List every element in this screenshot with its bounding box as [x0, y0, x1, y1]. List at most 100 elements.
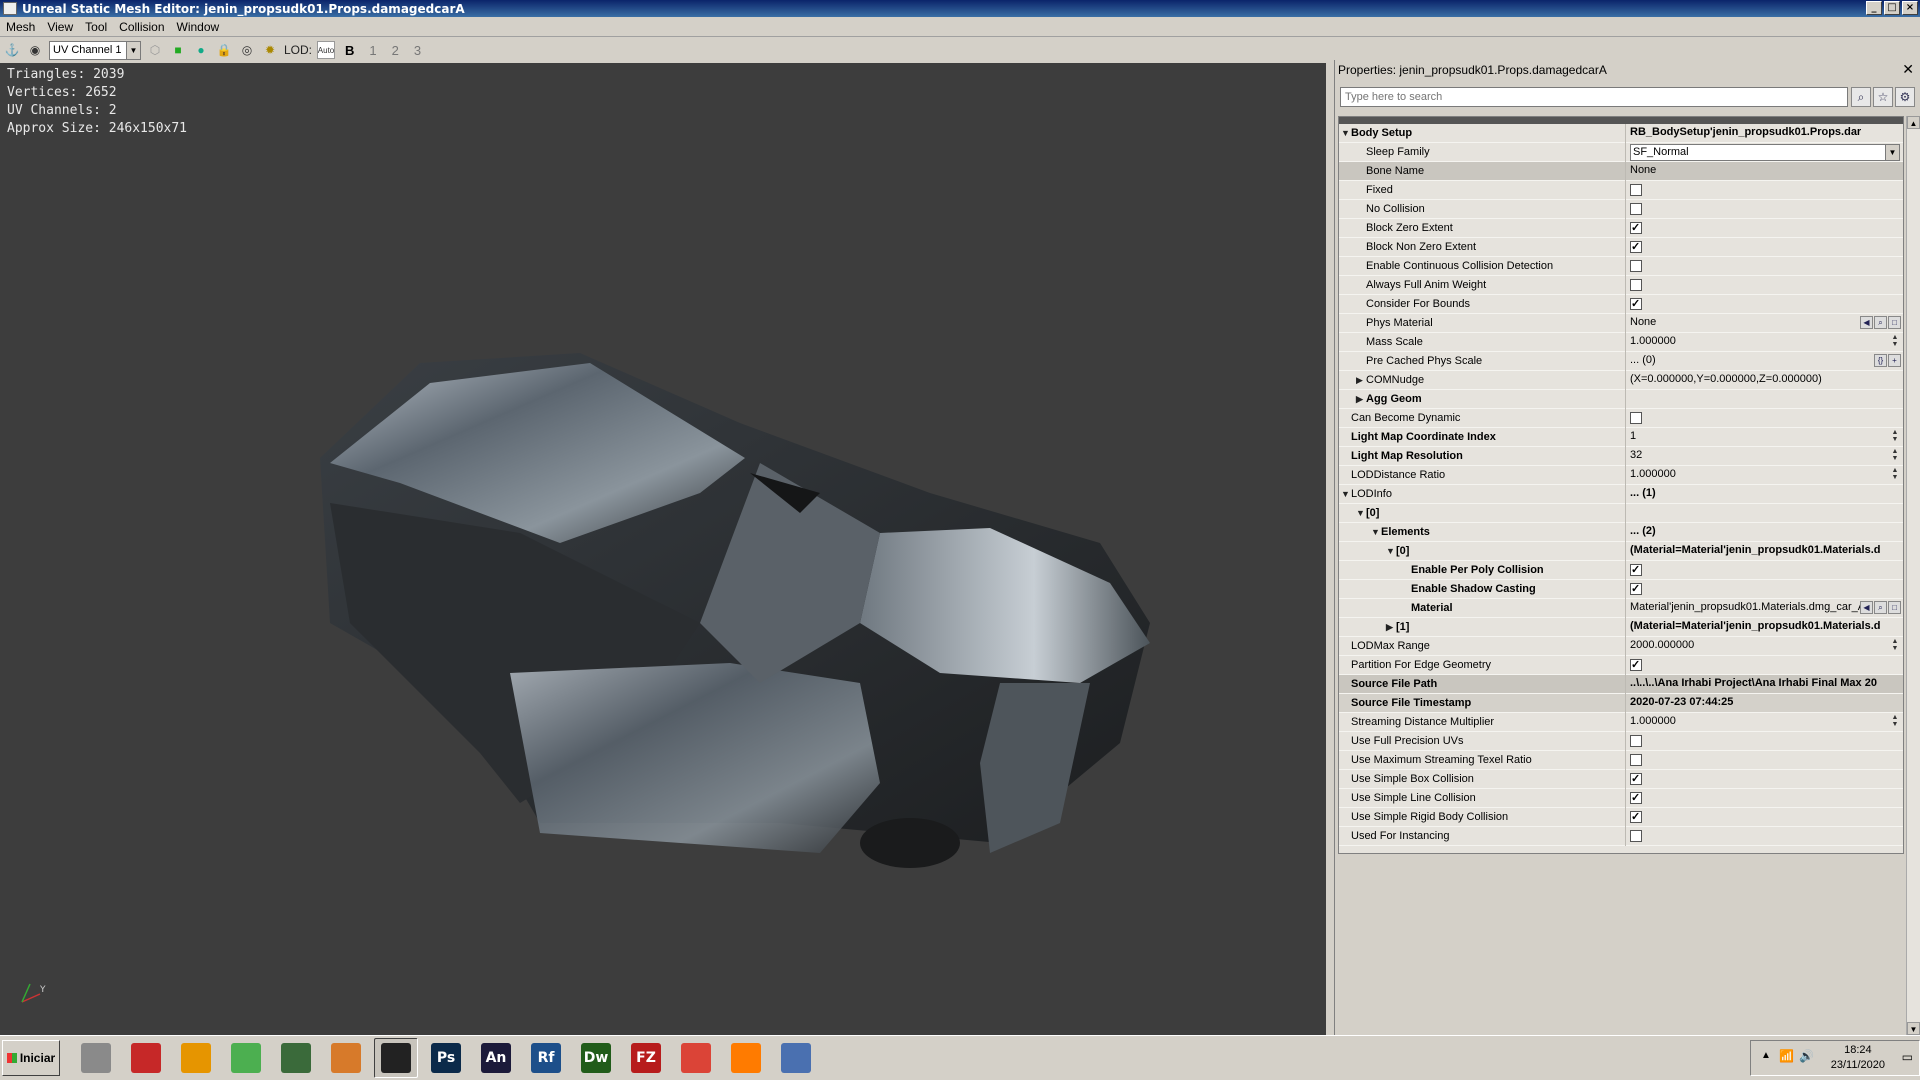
property-value[interactable] — [1629, 827, 1903, 846]
collapse-arrow-icon[interactable]: ▼ — [1341, 124, 1351, 143]
property-row[interactable]: LODDistance Ratio 1.000000 ▲ ▼ — [1339, 466, 1903, 485]
property-row[interactable]: Source File Timestamp 2020-07-23 07:44:25 — [1339, 694, 1903, 713]
property-value[interactable] — [1629, 257, 1903, 276]
property-row[interactable]: Bone Name None — [1339, 162, 1903, 181]
lod-2-button[interactable]: 2 — [387, 43, 404, 58]
minimize-button[interactable]: _ — [1866, 1, 1882, 15]
property-checkbox[interactable] — [1630, 735, 1642, 747]
close-icon[interactable]: ✕ — [1902, 61, 1914, 78]
property-value[interactable] — [1629, 504, 1903, 523]
property-value[interactable]: (Material=Material'jenin_propsudk01.Mate… — [1629, 618, 1903, 637]
property-row[interactable]: Use Simple Box Collision — [1339, 770, 1903, 789]
browse-icon[interactable]: ⌕ — [1874, 601, 1887, 614]
property-value[interactable]: (Material=Material'jenin_propsudk01.Mate… — [1629, 542, 1903, 561]
property-value[interactable] — [1629, 580, 1903, 599]
property-value[interactable] — [1629, 808, 1903, 827]
chrome-app[interactable] — [674, 1038, 718, 1078]
property-checkbox[interactable] — [1630, 260, 1642, 272]
spinner-arrows-icon[interactable]: ▲ ▼ — [1890, 467, 1900, 481]
collision-icon[interactable]: ■ — [169, 41, 187, 59]
property-row[interactable]: Use Maximum Streaming Texel Ratio — [1339, 751, 1903, 770]
property-search-input[interactable] — [1340, 87, 1848, 107]
property-value[interactable] — [1629, 409, 1903, 428]
property-row[interactable]: Light Map Coordinate Index 1 ▲ ▼ — [1339, 428, 1903, 447]
property-value[interactable]: 1 — [1629, 428, 1903, 447]
property-row[interactable]: Always Full Anim Weight — [1339, 276, 1903, 295]
clear-icon[interactable]: □ — [1888, 601, 1901, 614]
volume-icon[interactable]: 🔊 — [1799, 1049, 1814, 1063]
filter-icon[interactable]: ⚙ — [1895, 87, 1915, 107]
spinner-arrows-icon[interactable]: ▲ ▼ — [1890, 429, 1900, 443]
start-button[interactable]: Iniciar — [2, 1040, 60, 1076]
menu-mesh[interactable]: Mesh — [0, 20, 41, 34]
socket-icon[interactable]: ⚓ — [3, 41, 21, 59]
property-row[interactable]: Can Become Dynamic — [1339, 409, 1903, 428]
property-value[interactable] — [1629, 656, 1903, 675]
property-row[interactable]: Source File Path ..\..\..\Ana Irhabi Proj… — [1339, 675, 1903, 694]
property-row[interactable]: Sleep Family SF_Normal ▼ — [1339, 143, 1903, 162]
property-value[interactable] — [1629, 181, 1903, 200]
browse-icon[interactable]: ⌕ — [1874, 316, 1887, 329]
menu-view[interactable]: View — [41, 20, 79, 34]
property-checkbox[interactable] — [1630, 771, 1642, 788]
property-row[interactable]: ▶ Agg Geom — [1339, 390, 1903, 409]
property-value[interactable] — [1629, 200, 1903, 219]
property-value[interactable] — [1629, 751, 1903, 770]
property-checkbox[interactable] — [1630, 279, 1642, 291]
property-row[interactable]: Block Zero Extent — [1339, 219, 1903, 238]
spinner-arrows-icon[interactable]: ▲ ▼ — [1890, 448, 1900, 462]
property-row[interactable]: ▶ COMNudge (X=0.000000,Y=0.000000,Z=0.0000… — [1339, 371, 1903, 390]
clock[interactable]: 18:24 23/11/2020 — [1831, 1043, 1885, 1073]
damaged-car-mesh[interactable] — [0, 63, 1330, 1035]
property-row[interactable]: Light Map Resolution 32 ▲ ▼ — [1339, 447, 1903, 466]
property-value[interactable]: 1.000000 — [1629, 466, 1903, 485]
property-checkbox[interactable] — [1630, 581, 1642, 598]
lock-icon[interactable]: 🔒 — [215, 41, 233, 59]
mesh-viewport[interactable]: Triangles: 2039 Vertices: 2652 UV Channe… — [0, 63, 1330, 1035]
normals-icon[interactable]: ● — [192, 41, 210, 59]
property-row[interactable]: Mass Scale 1.000000 ▲ ▼ — [1339, 333, 1903, 352]
unreal-editor-app[interactable] — [374, 1038, 418, 1078]
property-checkbox[interactable] — [1630, 809, 1642, 826]
property-value[interactable]: 1.000000 — [1629, 333, 1903, 352]
reset-icon[interactable]: {} — [1874, 354, 1887, 367]
property-value[interactable]: 2020-07-23 07:44:25 — [1629, 694, 1903, 713]
property-checkbox[interactable] — [1630, 754, 1642, 766]
menu-tool[interactable]: Tool — [79, 20, 113, 34]
property-value[interactable]: None — [1629, 162, 1903, 181]
property-value[interactable]: ..\..\..\Ana Irhabi Project\Ana Irhabi F… — [1629, 675, 1903, 694]
favorites-icon[interactable]: ☆ — [1873, 87, 1893, 107]
expand-arrow-icon[interactable]: ▶ — [1356, 390, 1366, 409]
network-icon[interactable]: 📶 — [1779, 1049, 1794, 1063]
property-value[interactable]: 32 — [1629, 447, 1903, 466]
property-row[interactable]: Pre Cached Phys Scale ... (0) {} + — [1339, 352, 1903, 371]
scroll-down-icon[interactable]: ▼ — [1907, 1022, 1920, 1035]
property-row[interactable]: Consider For Bounds — [1339, 295, 1903, 314]
uv-icon[interactable]: ◉ — [26, 41, 44, 59]
property-value[interactable] — [1629, 561, 1903, 580]
property-row[interactable]: Enable Shadow Casting — [1339, 580, 1903, 599]
property-checkbox[interactable] — [1630, 239, 1642, 256]
property-row[interactable]: No Collision — [1339, 200, 1903, 219]
photoshop-app[interactable]: Ps — [424, 1038, 468, 1078]
notifications-icon[interactable]: ▭ — [1902, 1050, 1913, 1064]
property-row[interactable]: Use Simple Rigid Body Collision — [1339, 808, 1903, 827]
property-value[interactable]: 2000.000000 — [1629, 637, 1903, 656]
property-checkbox[interactable] — [1630, 657, 1642, 674]
wireframe-icon[interactable]: ⬡ — [146, 41, 164, 59]
property-row[interactable]: ▼Body Setup RB_BodySetup'jenin_propsudk01… — [1339, 124, 1903, 143]
property-row[interactable]: ▼Elements ... (2) — [1339, 523, 1903, 542]
use-selected-icon[interactable]: ◀ — [1860, 316, 1873, 329]
property-value[interactable]: ... (1) — [1629, 485, 1903, 504]
clear-icon[interactable]: □ — [1888, 316, 1901, 329]
spinner-arrows-icon[interactable]: ▲ ▼ — [1890, 714, 1900, 728]
property-row[interactable]: Fixed — [1339, 181, 1903, 200]
property-value[interactable] — [1629, 770, 1903, 789]
property-value[interactable]: RB_BodySetup'jenin_propsudk01.Props.dar — [1629, 124, 1903, 143]
camera-icon[interactable]: ◎ — [238, 41, 256, 59]
property-checkbox[interactable] — [1630, 184, 1642, 196]
property-row[interactable]: Phys Material None ◀ ⌕ □ — [1339, 314, 1903, 333]
property-checkbox[interactable] — [1630, 220, 1642, 237]
property-row[interactable]: Streaming Distance Multiplier 1.000000 ▲ ▼ — [1339, 713, 1903, 732]
media-player-app[interactable] — [174, 1038, 218, 1078]
